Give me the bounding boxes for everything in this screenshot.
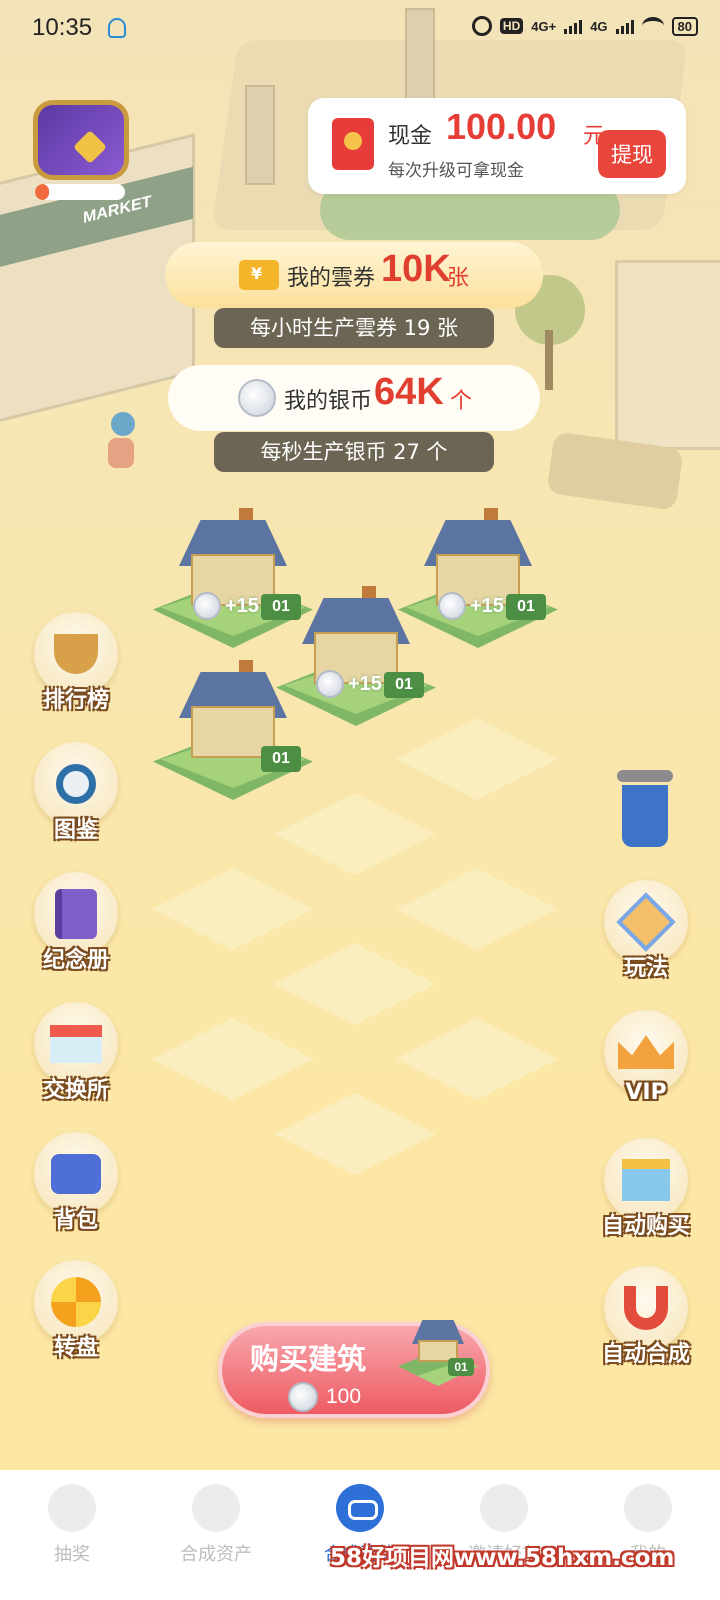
- shop-icon: [50, 1025, 102, 1063]
- lucky-wheel-button[interactable]: 转盘: [28, 1260, 124, 1370]
- building-earning: +15: [316, 670, 382, 698]
- invite-icon: [480, 1484, 528, 1532]
- empty-grid-slot[interactable]: [396, 718, 558, 800]
- nav-invite[interactable]: 邀请好友: [432, 1470, 576, 1600]
- profile-icon: [624, 1484, 672, 1532]
- gamepad-icon: [336, 1484, 384, 1532]
- empty-grid-slot[interactable]: [274, 793, 436, 875]
- album-label: 纪念册: [42, 948, 109, 973]
- silver-coin-icon: [193, 592, 221, 620]
- vip-button[interactable]: VIP: [598, 1010, 694, 1120]
- crown-icon: [618, 1035, 674, 1069]
- how-to-play-button[interactable]: 玩法: [598, 880, 694, 990]
- stadium-tower: [245, 85, 275, 185]
- trash-can-button[interactable]: [615, 770, 675, 850]
- silver-rate: 每秒生产银币 27 个: [214, 432, 494, 472]
- ticket-icon: [239, 260, 279, 290]
- empty-grid-slot[interactable]: [396, 1018, 558, 1100]
- earning-text: +15: [470, 594, 504, 617]
- how-to-play-label: 玩法: [623, 956, 668, 981]
- watermark-text: 58好项目网www.58hxm.com: [330, 1545, 675, 1571]
- bottom-navigation: 抽奖 合成资产 合成建筑 邀请好友 我的: [0, 1470, 720, 1600]
- album-book-icon: [55, 889, 97, 939]
- silver-unit: 个: [450, 389, 473, 414]
- leaderboard-button[interactable]: 排行榜: [28, 612, 124, 722]
- silver-coin-icon: [288, 1382, 318, 1412]
- cash-subtitle: 每次升级可拿现金: [388, 161, 524, 181]
- building-level: 01: [261, 746, 301, 772]
- empty-grid-slot[interactable]: [152, 868, 314, 950]
- silver-coin-icon: [438, 592, 466, 620]
- silver-coin-icon: [238, 379, 276, 417]
- lottery-icon: [48, 1484, 96, 1532]
- backpack-icon: [51, 1154, 101, 1194]
- buy-cost-value: 100: [326, 1385, 362, 1408]
- withdraw-button[interactable]: 提现: [598, 130, 666, 178]
- cube-icon: [616, 892, 676, 952]
- silver-balance-pill: 我的银币 64K 个: [168, 365, 540, 431]
- auto-buy-label: 自动购买: [601, 1214, 690, 1239]
- silver-value: 64K: [374, 371, 444, 413]
- building-level: 01: [384, 672, 424, 698]
- empty-grid-slot[interactable]: [274, 943, 436, 1025]
- collection-button[interactable]: 图鉴: [28, 742, 124, 852]
- pedestrian-illustration: [108, 412, 138, 470]
- right-building: [615, 260, 720, 450]
- wallet-icon: [192, 1484, 240, 1532]
- trophy-icon: [54, 634, 98, 674]
- tree-trunk: [545, 330, 553, 390]
- buy-building-label: 购买建筑: [250, 1342, 367, 1376]
- auto-merge-label: 自动合成: [601, 1342, 690, 1367]
- lucky-wheel-icon: [51, 1277, 101, 1327]
- nav-label: 抽奖: [54, 1544, 90, 1565]
- cash-card[interactable]: 现金 100.00 元 每次升级可拿现金 提现: [308, 98, 686, 194]
- chest-progress-bar: [35, 184, 125, 200]
- auto-buy-button[interactable]: 自动购买: [598, 1138, 694, 1248]
- backpack-label: 背包: [53, 1208, 98, 1233]
- gift-box-icon: [622, 1159, 670, 1201]
- leaderboard-label: 排行榜: [42, 688, 109, 713]
- nav-profile[interactable]: 我的: [576, 1470, 720, 1600]
- empty-grid-slot[interactable]: [396, 868, 558, 950]
- cash-label: 现金: [388, 124, 433, 149]
- empty-grid-slot[interactable]: [152, 1018, 314, 1100]
- building-level: 01: [506, 594, 546, 620]
- house-icon: 01: [398, 1316, 478, 1386]
- coupon-label: 我的雲券: [287, 266, 376, 291]
- coupon-unit: 张: [447, 266, 470, 291]
- treasure-chest-button[interactable]: [25, 96, 135, 200]
- backpack-button[interactable]: 背包: [28, 1132, 124, 1242]
- buy-cost: 100: [288, 1382, 361, 1412]
- auto-merge-button[interactable]: 自动合成: [598, 1266, 694, 1376]
- earning-text: +15: [225, 594, 259, 617]
- magnet-icon: [624, 1286, 668, 1330]
- silver-label: 我的银币: [284, 389, 373, 414]
- exchange-label: 交换所: [42, 1078, 109, 1103]
- red-envelope-icon: [332, 118, 374, 170]
- nav-merge-building[interactable]: 合成建筑: [288, 1470, 432, 1600]
- buy-building-button[interactable]: 购买建筑 100 01: [218, 1320, 490, 1418]
- exchange-button[interactable]: 交换所: [28, 1002, 124, 1112]
- nav-label: 合成资产: [180, 1544, 252, 1565]
- vip-label: VIP: [625, 1080, 667, 1105]
- cash-amount: 100.00: [446, 106, 557, 147]
- building-tile[interactable]: 01: [153, 660, 313, 802]
- nav-lottery[interactable]: 抽奖: [0, 1470, 144, 1600]
- collection-label: 图鉴: [53, 818, 98, 843]
- earning-text: +15: [348, 672, 382, 695]
- treasure-chest-icon: [33, 100, 129, 180]
- magnifier-icon: [56, 764, 96, 804]
- lucky-wheel-label: 转盘: [53, 1336, 98, 1361]
- nav-assets[interactable]: 合成资产: [144, 1470, 288, 1600]
- coupon-rate: 每小时生产雲券 19 张: [214, 308, 494, 348]
- trash-can-icon: [617, 770, 673, 782]
- building-earning: +15: [438, 592, 504, 620]
- coupon-value: 10K: [381, 248, 451, 290]
- album-button[interactable]: 纪念册: [28, 872, 124, 982]
- building-level: 01: [448, 1358, 474, 1376]
- empty-grid-slot[interactable]: [274, 1093, 436, 1175]
- silver-coin-icon: [316, 670, 344, 698]
- building-earning: +15: [193, 592, 259, 620]
- coupon-balance-pill: 我的雲券 10K 张: [165, 242, 543, 308]
